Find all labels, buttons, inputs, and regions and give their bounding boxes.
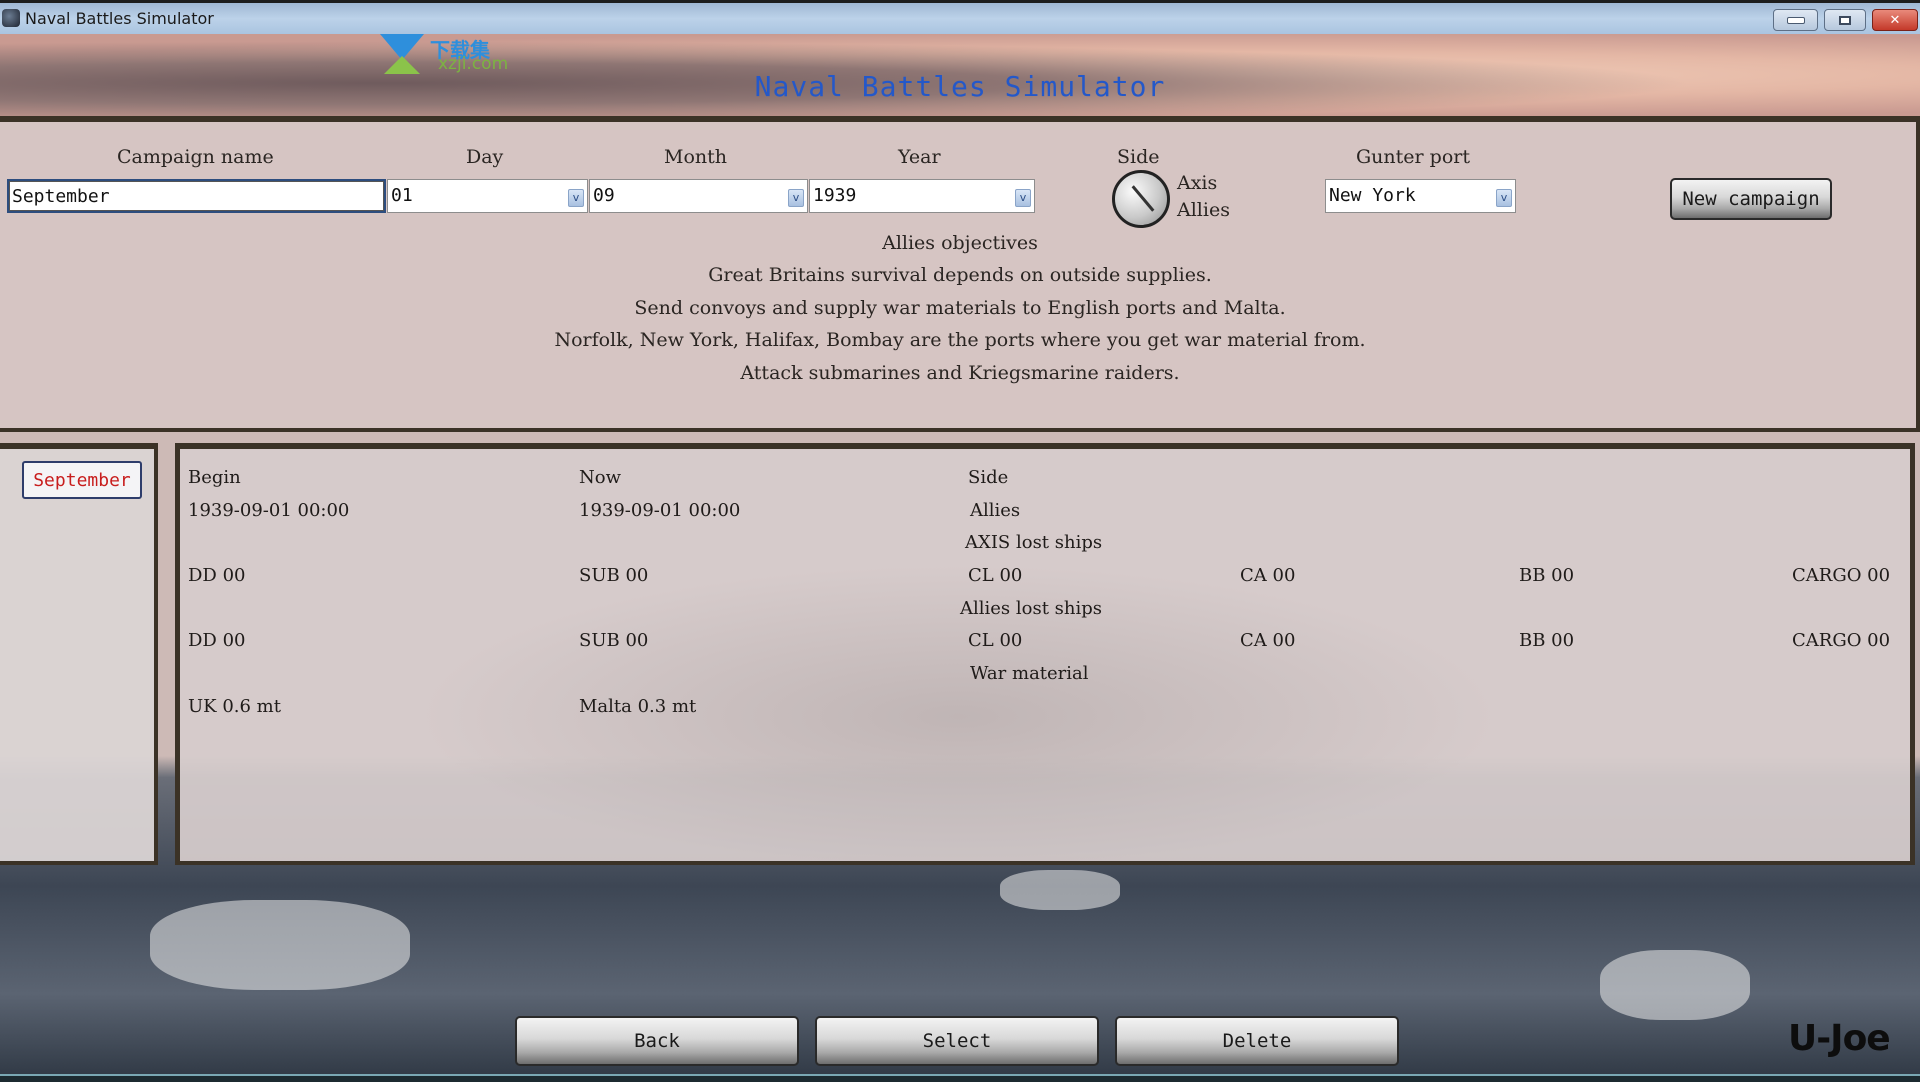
war-material-malta: Malta 0.3 mt: [579, 696, 697, 717]
side-option-allies[interactable]: Allies: [1177, 199, 1230, 221]
objective-line: Attack submarines and Kriegsmarine raide…: [740, 362, 1180, 384]
day-value: 01: [391, 185, 413, 206]
now-label: Now: [579, 467, 621, 488]
close-button[interactable]: ✕: [1872, 9, 1918, 31]
allies-lost-heading: Allies lost ships: [960, 598, 1103, 619]
back-button[interactable]: Back: [515, 1016, 799, 1066]
allies-lost-dd: DD 00: [188, 630, 246, 651]
campaign-name-label: Campaign name: [117, 146, 274, 168]
day-label: Day: [466, 146, 504, 168]
axis-lost-heading: AXIS lost ships: [965, 532, 1103, 553]
month-select[interactable]: 09 v: [589, 179, 808, 213]
axis-lost-ca: CA 00: [1240, 565, 1296, 586]
new-campaign-button[interactable]: New campaign: [1670, 178, 1832, 220]
objective-line: Norfolk, New York, Halifax, Bombay are t…: [554, 329, 1366, 351]
app-icon: [2, 9, 20, 27]
month-value: 09: [593, 185, 615, 206]
axis-lost-sub: SUB 00: [579, 565, 649, 586]
allies-lost-bb: BB 00: [1519, 630, 1575, 651]
axis-lost-bb: BB 00: [1519, 565, 1575, 586]
sea-splash-decoration: [1600, 950, 1750, 1020]
side-label: Side: [968, 467, 1009, 488]
objectives-heading: Allies objectives: [882, 232, 1038, 254]
allies-lost-sub: SUB 00: [579, 630, 649, 651]
year-value: 1939: [813, 185, 857, 206]
objective-line: Great Britains survival depends on outsi…: [708, 264, 1212, 286]
campaign-list: September: [0, 443, 158, 865]
begin-value: 1939-09-01 00:00: [188, 500, 350, 521]
campaign-details-panel: Begin Now Side 1939-09-01 00:00 1939-09-…: [175, 443, 1915, 865]
axis-lost-cargo: CARGO 00: [1792, 565, 1891, 586]
gunter-port-select[interactable]: New York v: [1325, 179, 1516, 213]
month-label: Month: [664, 146, 728, 168]
side-toggle-knob[interactable]: [1112, 170, 1170, 228]
select-button[interactable]: Select: [815, 1016, 1099, 1066]
side-value: Allies: [970, 500, 1021, 521]
window-titlebar: Naval Battles Simulator ✕: [0, 0, 1920, 34]
axis-lost-dd: DD 00: [188, 565, 246, 586]
day-select[interactable]: 01 v: [387, 179, 588, 213]
allies-lost-ca: CA 00: [1240, 630, 1296, 651]
war-material-heading: War material: [970, 663, 1089, 684]
chevron-down-icon[interactable]: v: [788, 189, 804, 207]
chevron-down-icon[interactable]: v: [1015, 189, 1031, 207]
close-icon: ✕: [1889, 12, 1901, 28]
year-label: Year: [898, 146, 941, 168]
campaign-form-panel: Campaign name Day Month Year Side Gunter…: [0, 116, 1920, 432]
gunter-port-value: New York: [1329, 185, 1416, 206]
delete-button[interactable]: Delete: [1115, 1016, 1399, 1066]
maximize-icon: [1839, 15, 1851, 25]
window-title: Naval Battles Simulator: [25, 9, 214, 28]
now-value: 1939-09-01 00:00: [579, 500, 741, 521]
gunter-port-label: Gunter port: [1356, 146, 1470, 168]
side-label: Side: [1117, 146, 1160, 168]
campaign-list-item[interactable]: September: [22, 461, 142, 499]
chevron-down-icon[interactable]: v: [1496, 189, 1512, 207]
axis-lost-cl: CL 00: [968, 565, 1023, 586]
side-option-axis[interactable]: Axis: [1177, 172, 1217, 194]
app-title: Naval Battles Simulator: [754, 70, 1166, 103]
objective-line: Send convoys and supply war materials to…: [634, 297, 1286, 319]
minimize-icon: [1786, 16, 1805, 24]
allies-lost-cargo: CARGO 00: [1792, 630, 1891, 651]
year-select[interactable]: 1939 v: [809, 179, 1035, 213]
maximize-button[interactable]: [1824, 9, 1866, 31]
sea-splash-decoration: [1000, 870, 1120, 910]
war-material-uk: UK 0.6 mt: [188, 696, 281, 717]
allies-lost-cl: CL 00: [968, 630, 1023, 651]
author-signature: U-Joe: [1788, 1018, 1891, 1059]
chevron-down-icon[interactable]: v: [568, 189, 584, 207]
campaign-name-input[interactable]: September: [7, 179, 386, 213]
window-bottom-edge: [0, 1074, 1920, 1082]
campaign-name-value: September: [12, 186, 110, 207]
sea-splash-decoration: [150, 900, 410, 990]
knob-indicator-icon: [1131, 185, 1155, 212]
minimize-button[interactable]: [1773, 9, 1818, 31]
begin-label: Begin: [188, 467, 241, 488]
